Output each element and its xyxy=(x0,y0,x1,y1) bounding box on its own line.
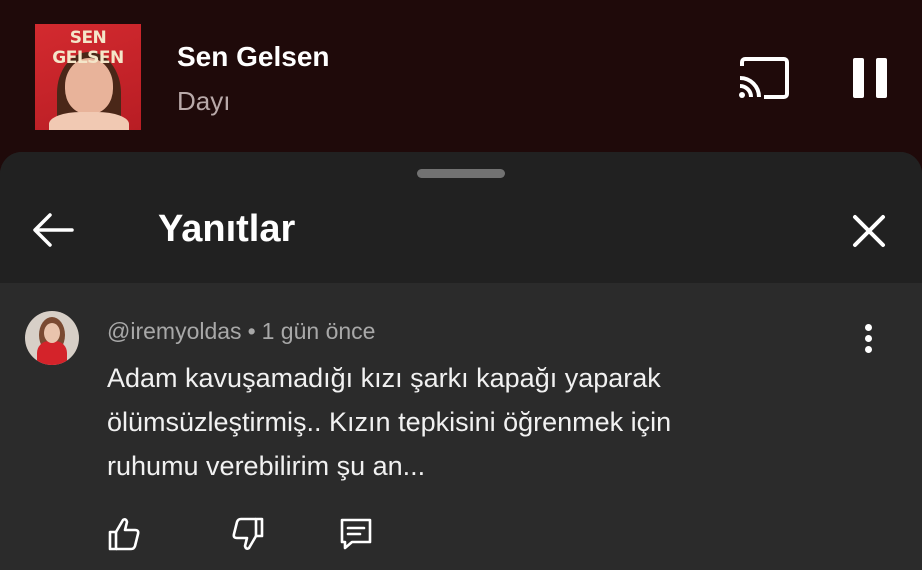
song-title[interactable]: Sen Gelsen xyxy=(177,41,330,73)
arrow-left-icon xyxy=(33,213,74,247)
pause-icon xyxy=(853,58,864,98)
cast-button[interactable] xyxy=(736,56,790,100)
sheet-header: Yanıtlar xyxy=(0,152,922,283)
album-art-text: SEN GELSEN xyxy=(52,28,124,68)
more-options-button[interactable] xyxy=(856,322,882,356)
comment-line: ruhumu verebilirim şu an... xyxy=(107,451,426,481)
mini-player[interactable]: SEN GELSEN Sen Gelsen Dayı xyxy=(0,0,922,170)
cast-icon xyxy=(739,57,789,99)
comment-meta: @iremyoldas • 1 gün önce xyxy=(107,318,375,345)
avatar-dress xyxy=(37,341,67,365)
avatar[interactable] xyxy=(25,311,79,365)
thumbs-up-icon xyxy=(108,518,140,551)
comment-author[interactable]: @iremyoldas xyxy=(107,318,242,344)
song-artist[interactable]: Dayı xyxy=(177,86,230,117)
comment-line: Adam kavuşamadığı kızı şarkı kapağı yapa… xyxy=(107,363,661,393)
album-art-shirt xyxy=(49,112,129,130)
sheet-title: Yanıtlar xyxy=(158,208,296,250)
more-vert-icon xyxy=(865,324,872,331)
meta-separator: • xyxy=(247,318,256,344)
reply-button[interactable] xyxy=(336,514,376,554)
close-button[interactable] xyxy=(848,210,890,252)
comment-line: ölümsüzleştirmiş.. Kızın tepkisini öğren… xyxy=(107,407,672,437)
pause-button[interactable] xyxy=(853,58,887,98)
pause-icon-bar xyxy=(876,58,887,98)
comment-icon xyxy=(340,518,372,550)
close-icon xyxy=(853,215,885,247)
like-button[interactable] xyxy=(104,514,144,554)
thumbs-down-icon xyxy=(232,517,264,550)
more-vert-dot xyxy=(865,335,872,342)
avatar-face xyxy=(44,323,60,343)
comment-time: 1 gün önce xyxy=(261,318,376,344)
comment-text: Adam kavuşamadığı kızı şarkı kapağı yapa… xyxy=(107,356,827,488)
drag-handle[interactable] xyxy=(417,169,505,178)
back-button[interactable] xyxy=(30,209,76,251)
dislike-button[interactable] xyxy=(228,514,268,554)
more-vert-dot xyxy=(865,346,872,353)
album-art[interactable]: SEN GELSEN xyxy=(35,24,141,130)
replies-sheet: Yanıtlar @iremyoldas • 1 gün önce Adam kav… xyxy=(0,152,922,570)
